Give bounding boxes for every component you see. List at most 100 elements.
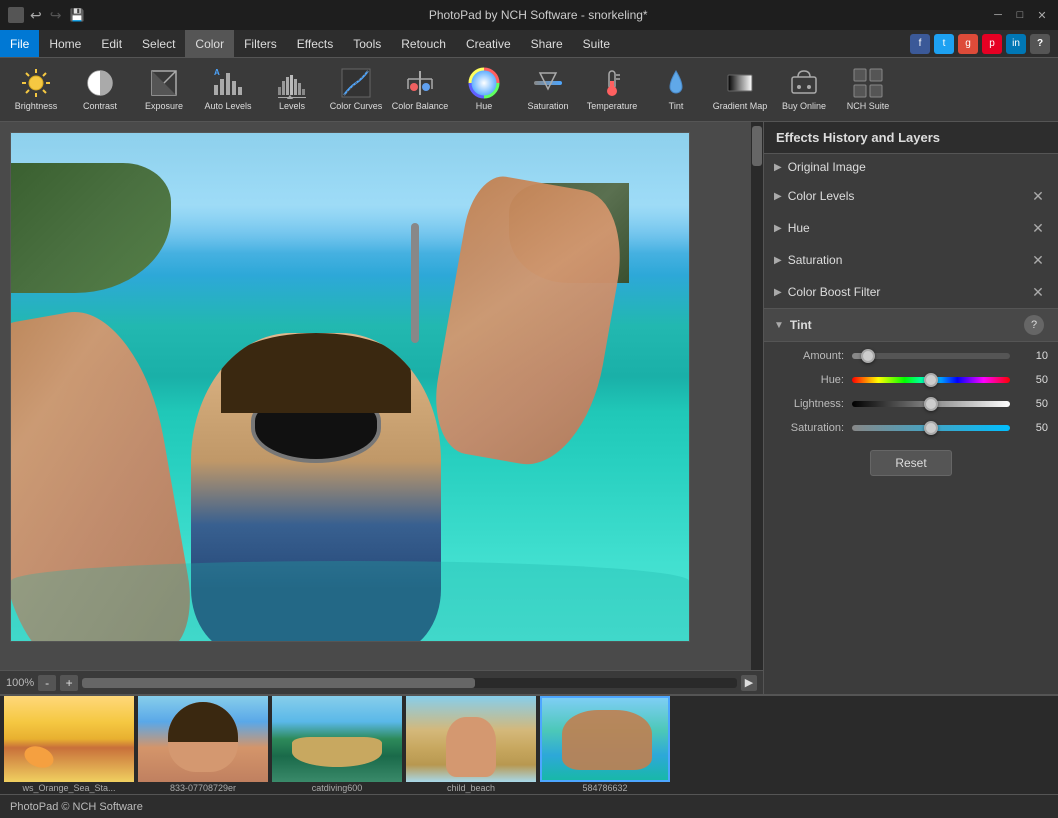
effect-color-levels[interactable]: ▶ Color Levels ✕ (764, 180, 1058, 212)
lightness-thumb[interactable] (924, 397, 938, 411)
color-balance-icon (404, 67, 436, 99)
linkedin-icon[interactable]: in (1006, 34, 1026, 54)
minimize-button[interactable]: ─ (990, 7, 1006, 23)
exposure-tool[interactable]: Exposure (132, 61, 196, 119)
saturation-value: 50 (1018, 422, 1048, 434)
film-thumb-1[interactable]: ✕ ws_Orange_Sea_Sta... (4, 696, 134, 794)
gradient-map-icon (724, 67, 756, 99)
menu-file[interactable]: File (0, 30, 39, 57)
menu-select[interactable]: Select (132, 30, 185, 57)
effect-color-boost-filter[interactable]: ▶ Color Boost Filter ✕ (764, 276, 1058, 308)
app-copyright: PhotoPad © NCH Software (10, 801, 143, 813)
vscroll-thumb[interactable] (752, 126, 762, 166)
snorkel-person (562, 710, 652, 770)
google-icon[interactable]: g (958, 34, 978, 54)
levels-icon (276, 67, 308, 99)
film-label-2: 833-07708729er (138, 782, 268, 794)
scroll-right-button[interactable]: ▶ (741, 675, 757, 691)
exposure-label: Exposure (145, 101, 183, 112)
film-label-1: ws_Orange_Sea_Sta... (4, 782, 134, 794)
menu-tools[interactable]: Tools (343, 30, 391, 57)
effect-original-image[interactable]: ▶ Original Image (764, 154, 1058, 180)
menu-filters[interactable]: Filters (234, 30, 287, 57)
hair (221, 333, 411, 413)
effect-saturation[interactable]: ▶ Saturation ✕ (764, 244, 1058, 276)
levels-tool[interactable]: Levels (260, 61, 324, 119)
hue-label: Hue (476, 101, 493, 112)
effect-label: Color Levels (788, 189, 1028, 203)
hue-tool[interactable]: Hue (452, 61, 516, 119)
menu-edit[interactable]: Edit (91, 30, 132, 57)
film-thumb-3[interactable]: ✕ catdiving600 (272, 696, 402, 794)
twitter-icon[interactable]: t (934, 34, 954, 54)
menu-color[interactable]: Color (185, 30, 234, 57)
auto-levels-tool[interactable]: A Auto Levels (196, 61, 260, 119)
zoom-in-button[interactable]: + (60, 675, 78, 691)
effect-hue[interactable]: ▶ Hue ✕ (764, 212, 1058, 244)
amount-label: Amount: (774, 350, 844, 362)
hue-slider-label: Hue: (774, 374, 844, 386)
color-balance-tool[interactable]: Color Balance (388, 61, 452, 119)
amount-thumb[interactable] (861, 349, 875, 363)
hue-slider-row: Hue: 50 (764, 366, 1058, 390)
save-icon[interactable]: 💾 (69, 8, 84, 22)
zoom-level: 100% (6, 677, 34, 689)
effect-close-button[interactable]: ✕ (1028, 250, 1048, 270)
menu-share[interactable]: Share (521, 30, 573, 57)
main-content: 100% - + ▶ Effects History and Layers ▶ … (0, 122, 1058, 694)
hue-thumb[interactable] (924, 373, 938, 387)
menu-retouch[interactable]: Retouch (391, 30, 456, 57)
gradient-map-tool[interactable]: Gradient Map (708, 61, 772, 119)
nch-suite-tool[interactable]: NCH Suite (836, 61, 900, 119)
saturation-tool[interactable]: Saturation (516, 61, 580, 119)
tint-tool[interactable]: Tint (644, 61, 708, 119)
image-canvas (10, 132, 690, 642)
effect-expand-icon: ▶ (774, 191, 782, 202)
saturation-slider[interactable] (852, 425, 1010, 431)
canvas-hscrollbar[interactable] (82, 678, 737, 688)
film-label-4: child_beach (406, 782, 536, 794)
levels-label: Levels (279, 101, 305, 112)
reset-button[interactable]: Reset (870, 450, 951, 476)
maximize-button[interactable]: □ (1012, 7, 1028, 23)
film-thumb-5[interactable]: ✕ 584786632 (540, 696, 670, 794)
help-icon[interactable]: ? (1030, 34, 1050, 54)
color-curves-tool[interactable]: Color Curves (324, 61, 388, 119)
undo-btn[interactable]: ↩ (30, 7, 42, 24)
effect-close-button[interactable]: ✕ (1028, 282, 1048, 302)
hscroll-thumb[interactable] (82, 678, 475, 688)
temperature-tool[interactable]: Temperature (580, 61, 644, 119)
tint-help-button[interactable]: ? (1024, 315, 1044, 335)
lightness-slider[interactable] (852, 401, 1010, 407)
saturation-thumb[interactable] (924, 421, 938, 435)
buy-online-tool[interactable]: Buy Online (772, 61, 836, 119)
thumb-image-4 (406, 696, 536, 782)
window-controls: ─ □ ✕ (990, 7, 1050, 23)
facebook-icon[interactable]: f (910, 34, 930, 54)
brightness-tool[interactable]: Brightness (4, 61, 68, 119)
canvas-vscrollbar[interactable] (751, 122, 763, 670)
effect-expand-icon: ▶ (774, 287, 782, 298)
pinterest-icon[interactable]: p (982, 34, 1002, 54)
hue-slider[interactable] (852, 377, 1010, 383)
amount-slider[interactable] (852, 353, 1010, 359)
menu-effects[interactable]: Effects (287, 30, 343, 57)
menu-suite[interactable]: Suite (573, 30, 620, 57)
tint-header[interactable]: ▼ Tint ? (764, 309, 1058, 342)
effects-list: ▶ Original Image ▶ Color Levels ✕ ▶ Hue … (764, 154, 1058, 309)
film-thumb-2[interactable]: ✕ 833-07708729er (138, 696, 268, 794)
effect-close-button[interactable]: ✕ (1028, 186, 1048, 206)
redo-btn[interactable]: ↪ (50, 7, 62, 24)
canvas-scroll-wrapper (0, 122, 763, 670)
saturation-icon (532, 67, 564, 99)
film-thumb-4[interactable]: ✕ child_beach (406, 696, 536, 794)
zoom-out-button[interactable]: - (38, 675, 56, 691)
menu-creative[interactable]: Creative (456, 30, 521, 57)
tint-collapse-icon: ▼ (774, 320, 784, 331)
contrast-tool[interactable]: Contrast (68, 61, 132, 119)
menu-home[interactable]: Home (39, 30, 91, 57)
close-button[interactable]: ✕ (1034, 7, 1050, 23)
lightness-slider-row: Lightness: 50 (764, 390, 1058, 414)
water-surface (11, 561, 689, 641)
effect-close-button[interactable]: ✕ (1028, 218, 1048, 238)
